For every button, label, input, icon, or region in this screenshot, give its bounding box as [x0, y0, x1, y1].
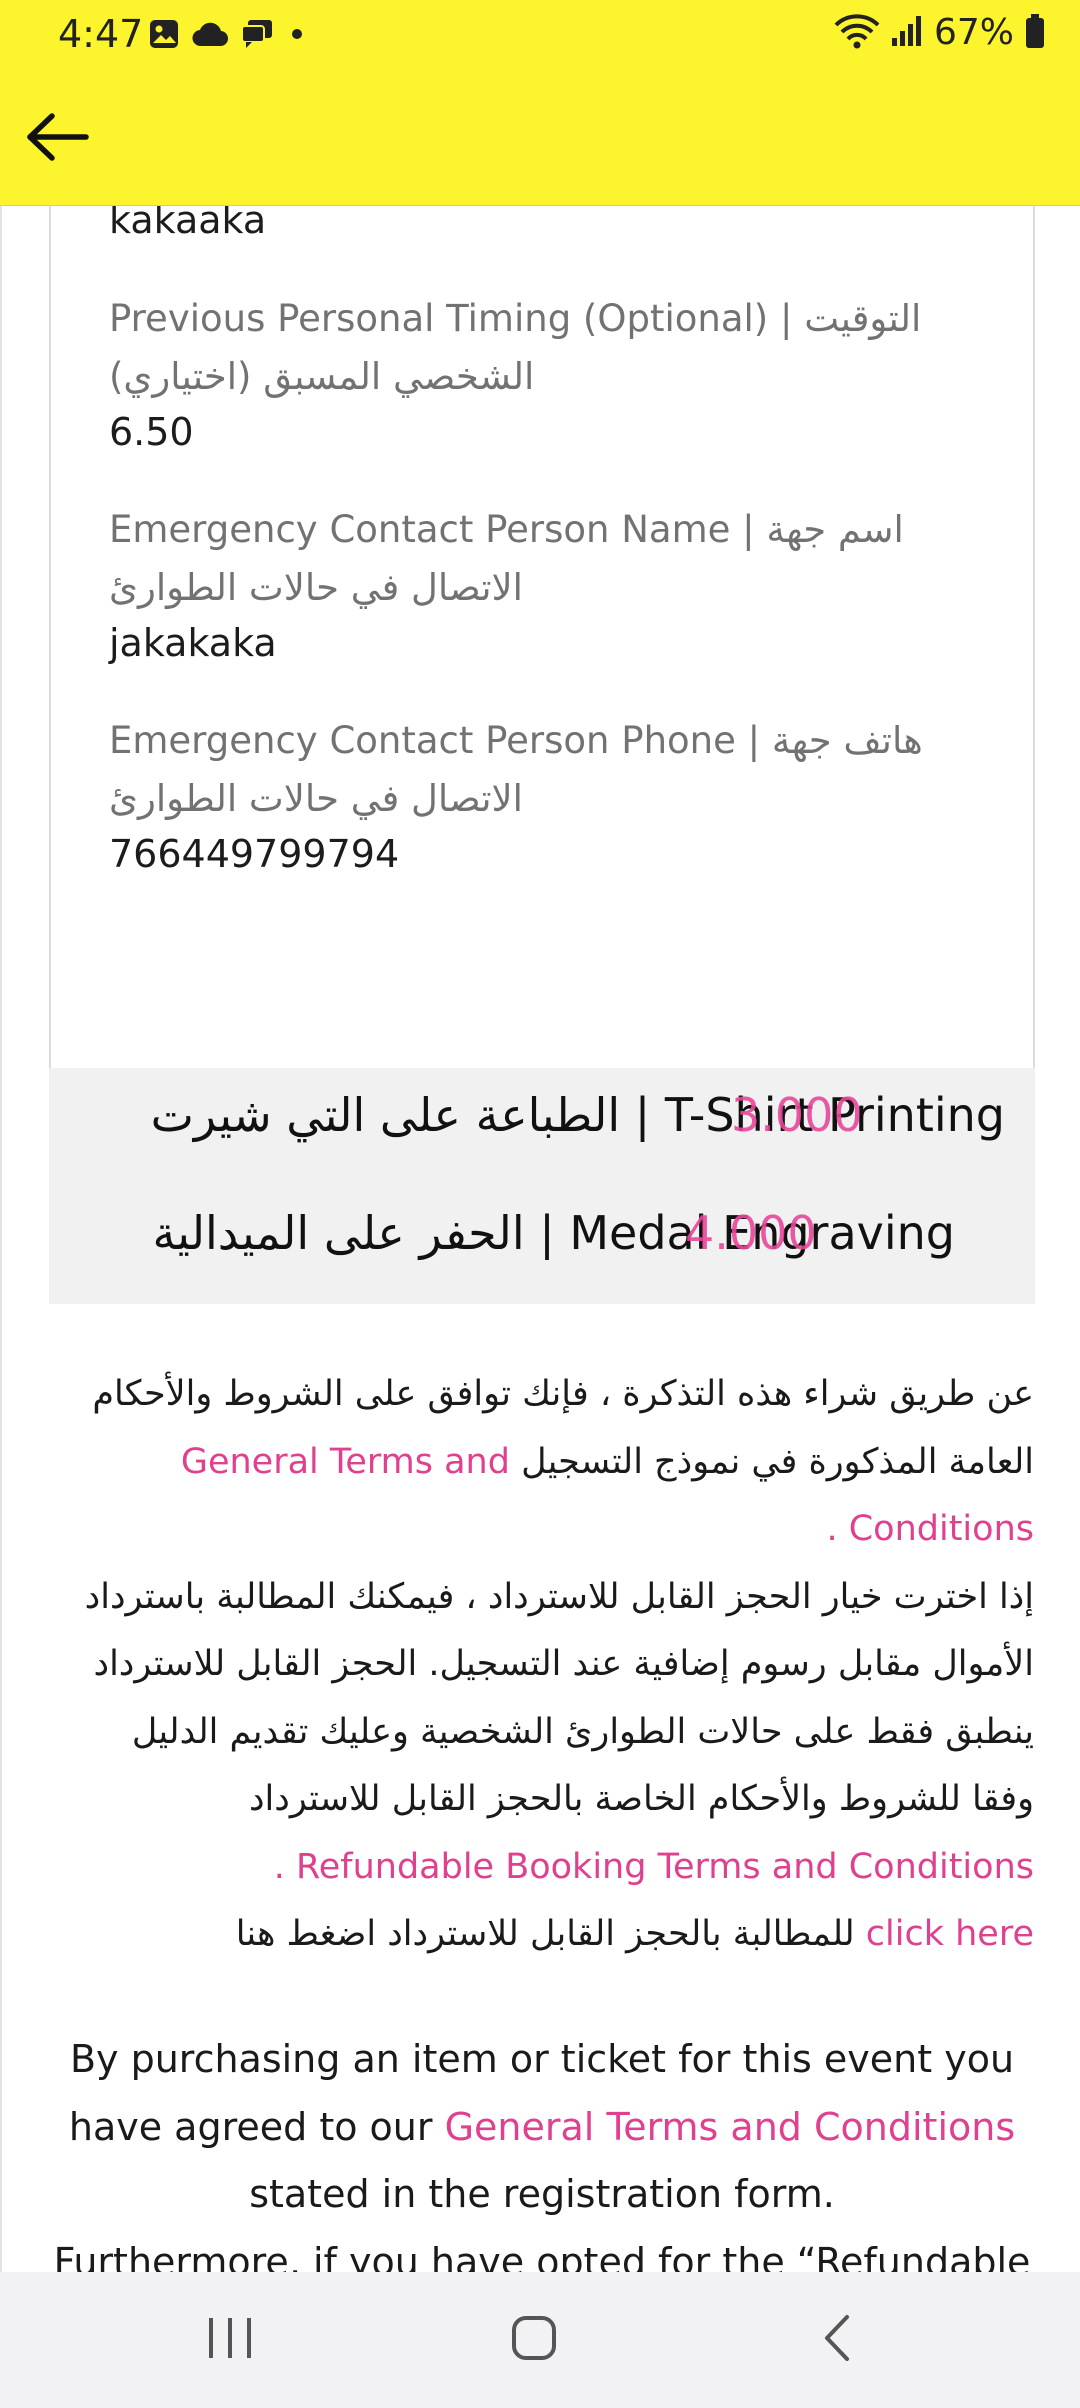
recent-apps-button[interactable]: [190, 2308, 270, 2372]
wifi-icon: [834, 13, 880, 53]
terms-text: .: [826, 1509, 838, 1549]
label-line: الاتصال في حالات الطوارئ: [109, 777, 523, 820]
notification-icons: [148, 18, 308, 54]
label-line: Previous Personal Timing (Optional) | ال…: [109, 297, 922, 340]
terms-ar-paragraph-3: click here للمطالبة بالحجز القابل للاستر…: [82, 1901, 1034, 1969]
system-nav-bar: [0, 2272, 1080, 2408]
addon-price: 3.000: [731, 1088, 863, 1142]
label-line: Emergency Contact Person Name | اسم جهة: [109, 508, 904, 551]
home-icon: [510, 2314, 558, 2366]
chat-icon: [240, 18, 274, 54]
app-bar: [0, 72, 1080, 206]
status-time: 4:47: [58, 12, 144, 56]
addon-row: T-Shirt Printing | الطباعة على التي شيرت…: [49, 1088, 1035, 1168]
back-button[interactable]: [22, 104, 92, 174]
label-line: Emergency Contact Person Phone | هاتف جه…: [109, 719, 923, 762]
field-value-emergency-phone: 766449799794: [109, 832, 400, 876]
battery-icon: [1024, 13, 1046, 53]
addons-panel: T-Shirt Printing | الطباعة على التي شيرت…: [49, 1068, 1035, 1304]
field-label-previous-timing: Previous Personal Timing (Optional) | ال…: [109, 290, 989, 406]
terms-arabic: عن طريق شراء هذه التذكرة ، فإنك توافق عل…: [82, 1361, 1034, 1969]
field-value-top: kakaaka: [109, 206, 267, 242]
addon-row: Medal Engraving | الحفر على الميدالية 4.…: [49, 1206, 1035, 1286]
addon-name: Medal Engraving | الحفر على الميدالية: [152, 1206, 955, 1260]
terms-text: Furthermore, if you have opted for the “…: [53, 2239, 1031, 2273]
status-bar: 4:47 67%: [0, 0, 1080, 72]
refundable-terms-link-ar[interactable]: Refundable Booking Terms and Conditions: [296, 1847, 1034, 1887]
dot-icon: [286, 23, 308, 49]
terms-text: للمطالبة بالحجز القابل للاسترداد اضغط هن…: [235, 1914, 855, 1954]
signal-icon: [890, 14, 924, 52]
system-icons: 67%: [834, 12, 1046, 53]
terms-text: .: [273, 1846, 285, 1887]
terms-text: إذا اخترت خيار الحجز القابل للاسترداد ، …: [84, 1576, 1034, 1820]
home-button[interactable]: [494, 2308, 574, 2372]
terms-english: By purchasing an item or ticket for this…: [42, 2026, 1042, 2272]
gallery-icon: [148, 18, 180, 54]
field-label-emergency-name: Emergency Contact Person Name | اسم جهة …: [109, 501, 989, 617]
field-label-emergency-phone: Emergency Contact Person Phone | هاتف جه…: [109, 712, 989, 828]
terms-text: stated in the registration form.: [249, 2172, 835, 2216]
terms-ar-paragraph-2: إذا اخترت خيار الحجز القابل للاسترداد ، …: [82, 1564, 1034, 1902]
recent-apps-icon: [205, 2315, 255, 2365]
cloud-icon: [192, 20, 229, 52]
field-value-previous-timing: 6.50: [109, 410, 194, 454]
registration-details-card: kakaaka Previous Personal Timing (Option…: [49, 206, 1035, 1160]
general-terms-link-en[interactable]: General Terms and Conditions: [445, 2105, 1016, 2149]
click-here-link[interactable]: click here: [866, 1914, 1034, 1954]
battery-percent: 67%: [933, 12, 1014, 53]
addon-name: T-Shirt Printing | الطباعة على التي شيرت: [150, 1088, 1005, 1142]
content-area[interactable]: kakaaka Previous Personal Timing (Option…: [0, 206, 1080, 2272]
label-line: الشخصي المسبق (اختياري): [109, 355, 535, 398]
label-line: الاتصال في حالات الطوارئ: [109, 566, 523, 609]
terms-ar-paragraph-1: عن طريق شراء هذه التذكرة ، فإنك توافق عل…: [82, 1361, 1034, 1564]
back-nav-button[interactable]: [797, 2308, 877, 2372]
back-nav-icon: [821, 2313, 853, 2367]
field-value-emergency-name: jakakaka: [109, 621, 277, 665]
arrow-left-icon: [24, 112, 90, 166]
addon-price: 4.000: [685, 1206, 817, 1260]
